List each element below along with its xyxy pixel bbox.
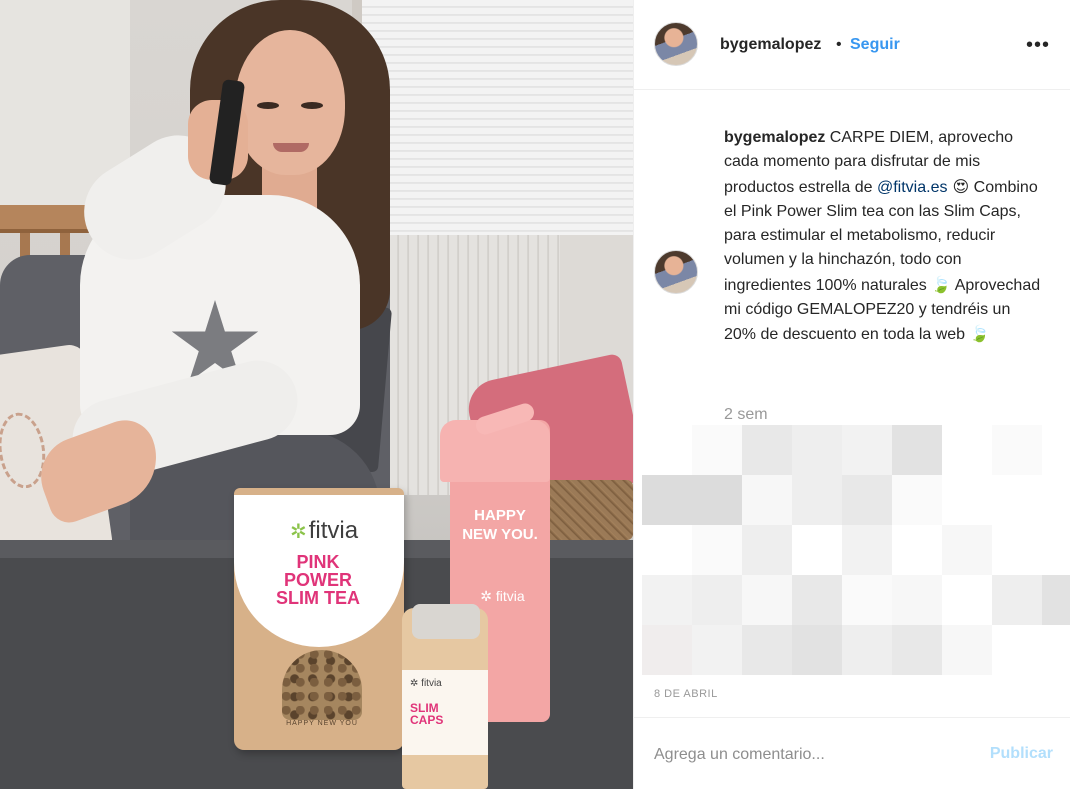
caption-text: bygemalopez CARPE DIEM, aprovecho cada m… [724,126,1044,348]
mention-link[interactable]: @fitvia.es [877,179,947,196]
more-horizontal-icon[interactable]: ••• [1023,30,1053,60]
pixel-block [742,625,792,675]
pixel-block [792,425,842,475]
header-username[interactable]: bygemalopez [720,36,821,54]
pixel-block [992,575,1042,625]
pixel-block [692,425,742,475]
publish-button[interactable]: Publicar [990,745,1053,763]
pixel-block [942,625,992,675]
pixel-block [1042,575,1070,625]
comment-bar: Publicar [634,717,1070,789]
follow-button[interactable]: Seguir [850,36,900,54]
time-ago[interactable]: 2 sem [724,406,768,424]
tea-brand-text: fitvia [308,517,359,544]
pixel-block [792,475,842,525]
caps-brand-text: fitvia [421,678,442,689]
leaf-emoji: 🍃 [969,324,990,344]
woman-face [235,30,345,175]
pixel-block [742,475,792,525]
pixel-block [942,525,992,575]
pixel-block [692,525,742,575]
eye [257,102,279,109]
pixel-block [842,625,892,675]
pixel-block [892,575,942,625]
caption-username[interactable]: bygemalopez [724,129,825,146]
pixel-block [692,625,742,675]
caps-brand: ✲ fitvia [410,678,442,689]
avatar[interactable] [654,22,698,66]
eye [301,102,323,109]
tea-footer: HAPPY NEW YOU [286,720,358,727]
post-photo[interactable]: HAPPY NEW YOU. ✲ fitvia ✲fitvia PINK POW… [0,0,633,789]
pixel-block [992,425,1042,475]
pixel-block [892,425,942,475]
wicker-basket [540,480,633,540]
pixel-block [842,525,892,575]
pixel-block [642,475,692,525]
heart-eyes-emoji: 😍 [947,176,970,196]
pixel-block [792,625,842,675]
shaker-brand-text: fitvia [495,588,525,604]
window-blind [360,0,633,235]
leaf-emoji: 🍃 [931,274,952,294]
shaker-text: HAPPY NEW YOU. [462,507,538,543]
pixel-block [742,425,792,475]
pixel-block [892,625,942,675]
wooden-rail [0,205,95,273]
separator-dot: • [836,36,842,53]
pixel-block [792,575,842,625]
pixel-block [692,575,742,625]
pixel-block [742,575,792,625]
pixel-block [892,475,942,525]
caps-title: SLIM CAPS [410,701,444,727]
pixelated-comments [634,425,1070,675]
pixel-block [742,525,792,575]
pixel-block [842,425,892,475]
pixel-block [642,575,692,625]
leaf-icon: ✲ [290,521,307,543]
caption-avatar[interactable] [654,250,698,294]
tea-brand: ✲fitvia [290,517,358,545]
pixel-block [692,475,742,525]
pixel-block [842,575,892,625]
post-date[interactable]: 8 DE ABRIL [654,688,718,700]
comment-input[interactable] [654,743,974,767]
caps-lid [412,604,480,639]
tea-window [282,650,362,720]
post-sidebar: bygemalopez • Seguir ••• bygemalopez CAR… [633,0,1070,789]
pixel-block [842,475,892,525]
pixel-block [642,625,692,675]
shaker-brand: ✲ fitvia [480,588,525,604]
tea-title: PINK POWER SLIM TEA [276,552,360,608]
post-header: bygemalopez • Seguir ••• [634,0,1070,90]
mouth [273,143,309,152]
